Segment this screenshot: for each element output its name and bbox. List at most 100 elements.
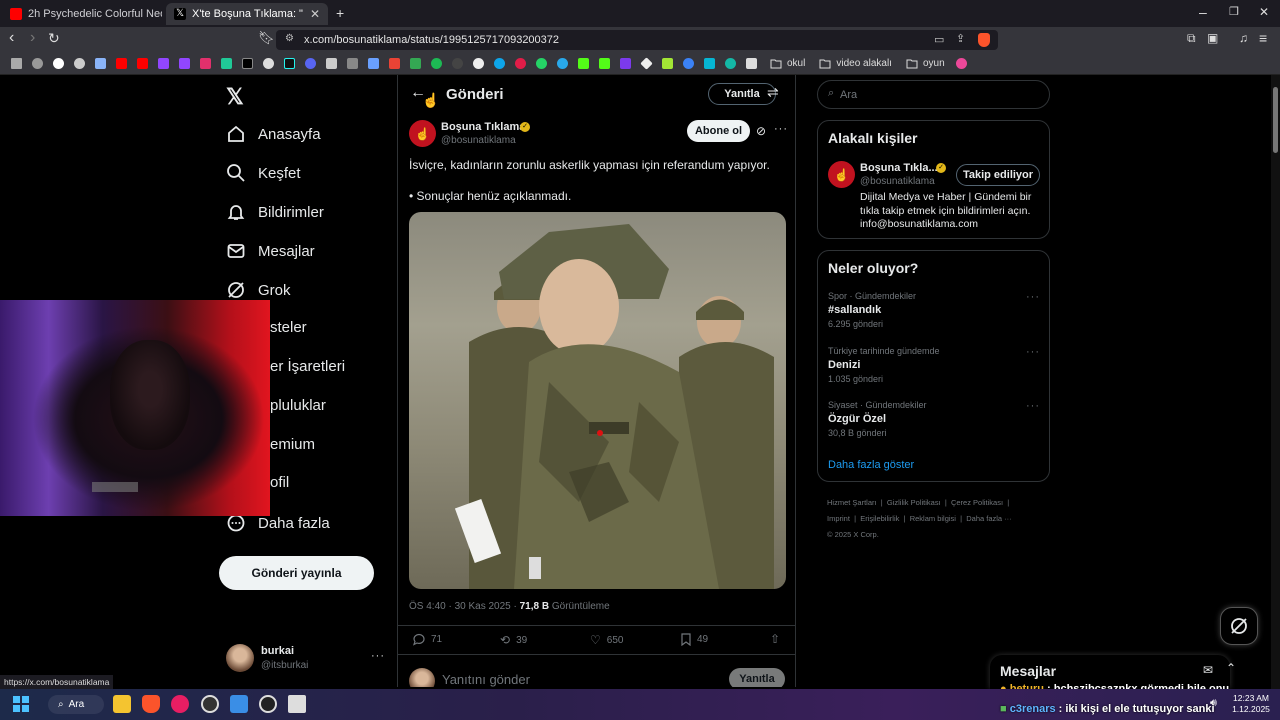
bookmark-epic-icon[interactable] — [363, 53, 384, 75]
trend-more-icon[interactable]: ··· — [1026, 346, 1040, 358]
media-player-icon[interactable] — [171, 695, 189, 713]
site-settings-icon[interactable]: ⚙ — [285, 33, 294, 44]
new-message-icon[interactable]: ✉ — [1203, 663, 1213, 677]
url-field[interactable]: ⚙ x.com/bosunatiklama/status/19951257170… — [276, 30, 998, 50]
folder-okul[interactable]: okul — [770, 58, 805, 69]
menu-icon[interactable]: ≡ — [1259, 30, 1267, 46]
show-more-link[interactable]: Daha fazla göster — [828, 459, 914, 471]
brave-shield-icon[interactable] — [978, 33, 990, 47]
footer-link[interactable]: Hizmet Şartları — [827, 498, 877, 507]
back-icon[interactable]: ‹ — [9, 29, 14, 47]
brave-taskbar-icon[interactable] — [142, 695, 160, 713]
related-avatar[interactable]: ☝ — [828, 161, 855, 188]
nav-grok[interactable]: Grok — [226, 280, 291, 300]
author-avatar[interactable]: ☝ — [409, 120, 436, 147]
new-tab-icon[interactable]: + — [336, 5, 344, 21]
calculator-icon[interactable] — [288, 695, 306, 713]
bookmark-github-icon[interactable] — [468, 53, 489, 75]
wallet-icon[interactable]: ▣ — [1207, 31, 1218, 45]
bookmark-telegram-icon[interactable] — [552, 53, 573, 75]
bookmark-drive-icon[interactable] — [405, 53, 426, 75]
bookmark-steam-icon[interactable] — [342, 53, 363, 75]
reply-input[interactable]: Yanıtını gönder — [442, 672, 530, 687]
taskbar-search[interactable]: ⌕ Ara — [48, 695, 104, 714]
more-icon[interactable]: ··· — [371, 650, 385, 662]
trend-more-icon[interactable]: ··· — [1026, 400, 1040, 412]
bookmark-icon[interactable]: 🔖︎ — [258, 30, 275, 46]
bookmark-teal-icon[interactable] — [720, 53, 741, 75]
bookmark-twitch-icon[interactable] — [153, 53, 174, 75]
bookmark-dark-icon[interactable] — [447, 53, 468, 75]
x-logo-icon[interactable]: 𝕏 — [226, 84, 244, 110]
media-icon[interactable]: ♫ — [1239, 31, 1248, 45]
bookmark-grok-icon[interactable] — [258, 53, 279, 75]
obs-icon[interactable] — [201, 695, 219, 713]
restore-icon[interactable]: ❐ — [1229, 5, 1239, 18]
bookmark-twitch2-icon[interactable] — [174, 53, 195, 75]
reply-submit-button[interactable]: Yanıtla — [729, 668, 785, 687]
scrollbar-thumb[interactable] — [1273, 87, 1278, 153]
settings-sliders-icon[interactable]: ⇌ — [767, 84, 779, 101]
footer-link[interactable]: Erişilebilirlik — [860, 514, 899, 523]
windows-start-icon[interactable] — [13, 696, 29, 712]
bookmark-youtube2-icon[interactable] — [132, 53, 153, 75]
trend-item[interactable]: Siyaset · Gündemdekiler Özgür Özel 30,8 … — [828, 400, 1043, 438]
trend-item[interactable]: Spor · Gündemdekiler #sallandık 6.295 gö… — [828, 291, 1043, 329]
nav-notifications[interactable]: Bildirimler — [226, 202, 324, 222]
post-time[interactable]: ÖS 4:40 · 30 Kas 2025 · — [409, 601, 520, 612]
trend-more-icon[interactable]: ··· — [1026, 291, 1040, 303]
clock[interactable]: 12:23 AM 1.12.2025 — [1228, 693, 1274, 715]
author-name[interactable]: Boşuna Tıklama — [441, 121, 525, 133]
bookmark-discord-icon[interactable] — [300, 53, 321, 75]
post-button[interactable]: Gönderi yayınla — [219, 556, 374, 590]
file-explorer-icon[interactable] — [113, 695, 131, 713]
steam-taskbar-icon[interactable] — [259, 695, 277, 713]
reload-icon[interactable]: ↻ — [48, 30, 60, 47]
bookmark-google-icon[interactable] — [48, 53, 69, 75]
nav-profile[interactable]: ofil — [270, 474, 289, 491]
nav-communities[interactable]: pluluklar — [270, 397, 326, 414]
search-box[interactable]: ⌕ Ara — [817, 80, 1050, 109]
footer-link[interactable]: Imprint — [827, 514, 850, 523]
bookmark-tiktok-icon[interactable] — [279, 53, 300, 75]
bookmark-kick-icon[interactable] — [321, 53, 342, 75]
extensions-icon[interactable]: ⧉ — [1187, 31, 1196, 46]
close-window-icon[interactable]: ✕ — [1259, 5, 1269, 19]
share-post-icon[interactable]: ⇧ — [770, 632, 780, 646]
follow-button[interactable]: Abone ol — [687, 120, 750, 142]
bookmark-green-icon[interactable] — [216, 53, 237, 75]
bookmark-gmail-icon[interactable] — [384, 53, 405, 75]
bookmark-red-icon[interactable] — [510, 53, 531, 75]
bookmark-spotify-icon[interactable] — [426, 53, 447, 75]
bookmark-youtube-icon[interactable] — [111, 53, 132, 75]
nav-lists[interactable]: steler — [270, 319, 307, 336]
bookmark-flower-icon[interactable] — [951, 53, 972, 75]
footer-link[interactable]: Çerez Politikası — [951, 498, 1003, 507]
tab-x-post[interactable]: 𝕏 X'te Boşuna Tıklama: "İsviçre, ka ✕ — [166, 3, 328, 25]
photos-icon[interactable] — [230, 695, 248, 713]
grok-fab[interactable] — [1220, 607, 1258, 645]
bookmark-diamond-icon[interactable] — [636, 53, 657, 75]
nav-premium[interactable]: emium — [270, 436, 315, 453]
scrollbar[interactable] — [1271, 75, 1280, 689]
repost-action[interactable]: ⟲ 39 — [500, 633, 527, 647]
bookmark-edge-icon[interactable] — [489, 53, 510, 75]
bookmark-action[interactable]: 49 — [681, 633, 708, 646]
apps-icon[interactable] — [6, 53, 27, 75]
related-name[interactable]: Boşuna Tıkla... — [860, 162, 938, 174]
footer-link[interactable]: Gizlilik Politikası — [887, 498, 941, 507]
bookmark-kick-green-icon[interactable] — [573, 53, 594, 75]
trend-item[interactable]: Türkiye tarihinde gündemde Denizi 1.035 … — [828, 346, 1043, 384]
bookmark-kick-green2-icon[interactable] — [594, 53, 615, 75]
grok-explain-icon[interactable]: ⊘ — [756, 124, 766, 138]
nav-home[interactable]: Anasayfa — [226, 124, 321, 144]
footer-link[interactable]: Daha fazla ··· — [966, 514, 1011, 523]
bookmark-lime-icon[interactable] — [657, 53, 678, 75]
bookmark-chatgpt-icon[interactable] — [69, 53, 90, 75]
nav-more[interactable]: Daha fazla — [226, 513, 330, 533]
minimize-icon[interactable]: – — [1199, 4, 1207, 20]
author-handle[interactable]: @bosunatiklama — [441, 135, 516, 146]
bookmark-purple-icon[interactable] — [615, 53, 636, 75]
bookmark-gemini-icon[interactable] — [90, 53, 111, 75]
bookmark-x-icon[interactable] — [237, 53, 258, 75]
